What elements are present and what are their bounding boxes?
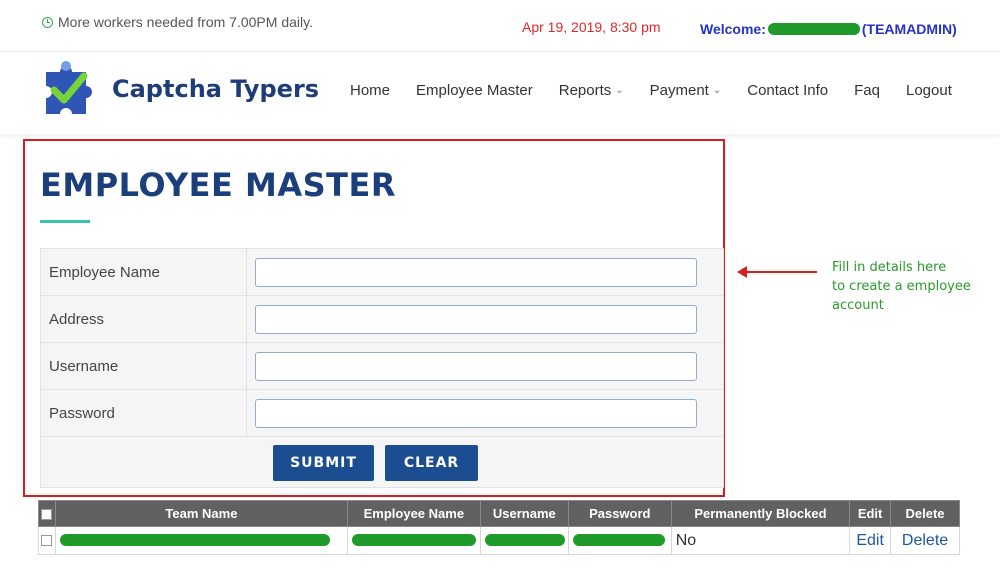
nav-home[interactable]: Home xyxy=(350,82,390,99)
team-name-cell xyxy=(54,526,348,555)
address-input[interactable] xyxy=(255,304,697,334)
username-input[interactable] xyxy=(255,351,697,381)
nav-payment-label: Payment xyxy=(649,82,709,99)
employee-table: Team Name Employee Name Username Passwor… xyxy=(38,500,960,555)
password-cell xyxy=(567,526,672,555)
nav-contact[interactable]: Contact Info xyxy=(747,82,828,99)
navbar: Captcha Typers Home Employee Master Repo… xyxy=(0,52,1000,134)
form-row-username: Username xyxy=(40,342,724,390)
welcome-role: (TEAMADMIN) xyxy=(861,21,957,37)
annotation-line-2: to create a employee xyxy=(832,279,971,294)
form-actions: SUBMIT CLEAR xyxy=(40,436,724,488)
chevron-down-icon: ⌄ xyxy=(615,85,624,96)
chevron-down-icon: ⌄ xyxy=(712,85,722,96)
redacted-username-cell xyxy=(484,534,565,547)
col-password: Password xyxy=(567,500,672,527)
nav-logout-label: Logout xyxy=(906,82,952,99)
redacted-team-name xyxy=(59,534,330,547)
logo[interactable]: Captcha Typers xyxy=(40,58,319,120)
address-label: Address xyxy=(40,295,247,343)
submit-button[interactable]: SUBMIT xyxy=(273,445,374,481)
nav-logout[interactable]: Logout xyxy=(906,82,952,99)
form-row-employee-name: Employee Name xyxy=(40,248,724,296)
nav-payment[interactable]: Payment ⌄ xyxy=(650,82,722,99)
nav-contact-label: Contact Info xyxy=(747,82,829,99)
main-nav: Home Employee Master Reports ⌄ Payment ⌄ C… xyxy=(350,82,978,99)
nav-faq[interactable]: Faq xyxy=(854,82,880,99)
form-row-password: Password xyxy=(40,389,724,437)
puzzle-check-icon xyxy=(46,61,92,114)
col-edit: Edit xyxy=(849,500,892,527)
welcome: Welcome: (TEAMADMIN) xyxy=(700,21,957,37)
datetime: Apr 19, 2019, 8:30 pm xyxy=(522,19,661,35)
annotation-arrow-line xyxy=(745,271,817,273)
form-row-address: Address xyxy=(40,295,724,343)
col-employee-name: Employee Name xyxy=(346,500,481,527)
employee-name-cell xyxy=(346,526,481,555)
nav-employee-master-label: Employee Master xyxy=(416,82,533,99)
annotation-line-1: Fill in details here xyxy=(832,260,947,275)
page-title: EMPLOYEE MASTER xyxy=(40,166,396,204)
delete-link[interactable]: Delete xyxy=(902,532,948,549)
edit-link[interactable]: Edit xyxy=(856,532,884,549)
username-label: Username xyxy=(40,342,247,390)
select-all-checkbox[interactable] xyxy=(41,509,53,521)
table-row: No Edit Delete xyxy=(38,526,960,555)
annotation-line-3: account xyxy=(832,298,884,313)
row-checkbox[interactable] xyxy=(41,534,52,546)
redacted-employee-name xyxy=(351,534,476,547)
notice-text: More workers needed from 7.00PM daily. xyxy=(58,14,313,30)
select-all-cell xyxy=(38,500,56,527)
redacted-username xyxy=(767,23,860,35)
nav-reports-label: Reports xyxy=(558,82,612,99)
col-username: Username xyxy=(479,500,569,527)
password-label: Password xyxy=(40,389,247,437)
annotation-text: Fill in details here to create a employe… xyxy=(832,258,992,315)
brand-name: Captcha Typers xyxy=(112,75,320,103)
row-select-cell xyxy=(38,526,56,555)
col-team-name: Team Name xyxy=(54,500,348,527)
top-bar: More workers needed from 7.00PM daily. A… xyxy=(0,0,1000,52)
col-delete: Delete xyxy=(890,500,960,527)
employee-form: Employee Name Address Username Password xyxy=(40,248,724,437)
nav-home-label: Home xyxy=(350,82,391,99)
nav-faq-label: Faq xyxy=(854,82,880,99)
welcome-prefix: Welcome: xyxy=(700,21,766,37)
clear-button[interactable]: CLEAR xyxy=(385,445,478,481)
table-header-row: Team Name Employee Name Username Passwor… xyxy=(38,500,960,527)
clock-icon xyxy=(42,16,53,28)
col-permanently-blocked: Permanently Blocked xyxy=(670,500,851,527)
nav-reports[interactable]: Reports ⌄ xyxy=(559,82,624,99)
blocked-cell: No xyxy=(670,526,851,555)
password-input[interactable] xyxy=(255,398,697,428)
notice: More workers needed from 7.00PM daily. xyxy=(42,14,313,30)
nav-employee-master[interactable]: Employee Master xyxy=(416,82,533,99)
employee-name-input[interactable] xyxy=(255,257,697,287)
annotation-arrow-icon xyxy=(737,266,747,278)
employee-name-label: Employee Name xyxy=(40,248,247,296)
redacted-password xyxy=(572,534,665,547)
username-cell xyxy=(479,526,569,555)
title-underline xyxy=(40,220,90,223)
employee-form-panel: EMPLOYEE MASTER Employee Name Address Us… xyxy=(23,139,725,497)
